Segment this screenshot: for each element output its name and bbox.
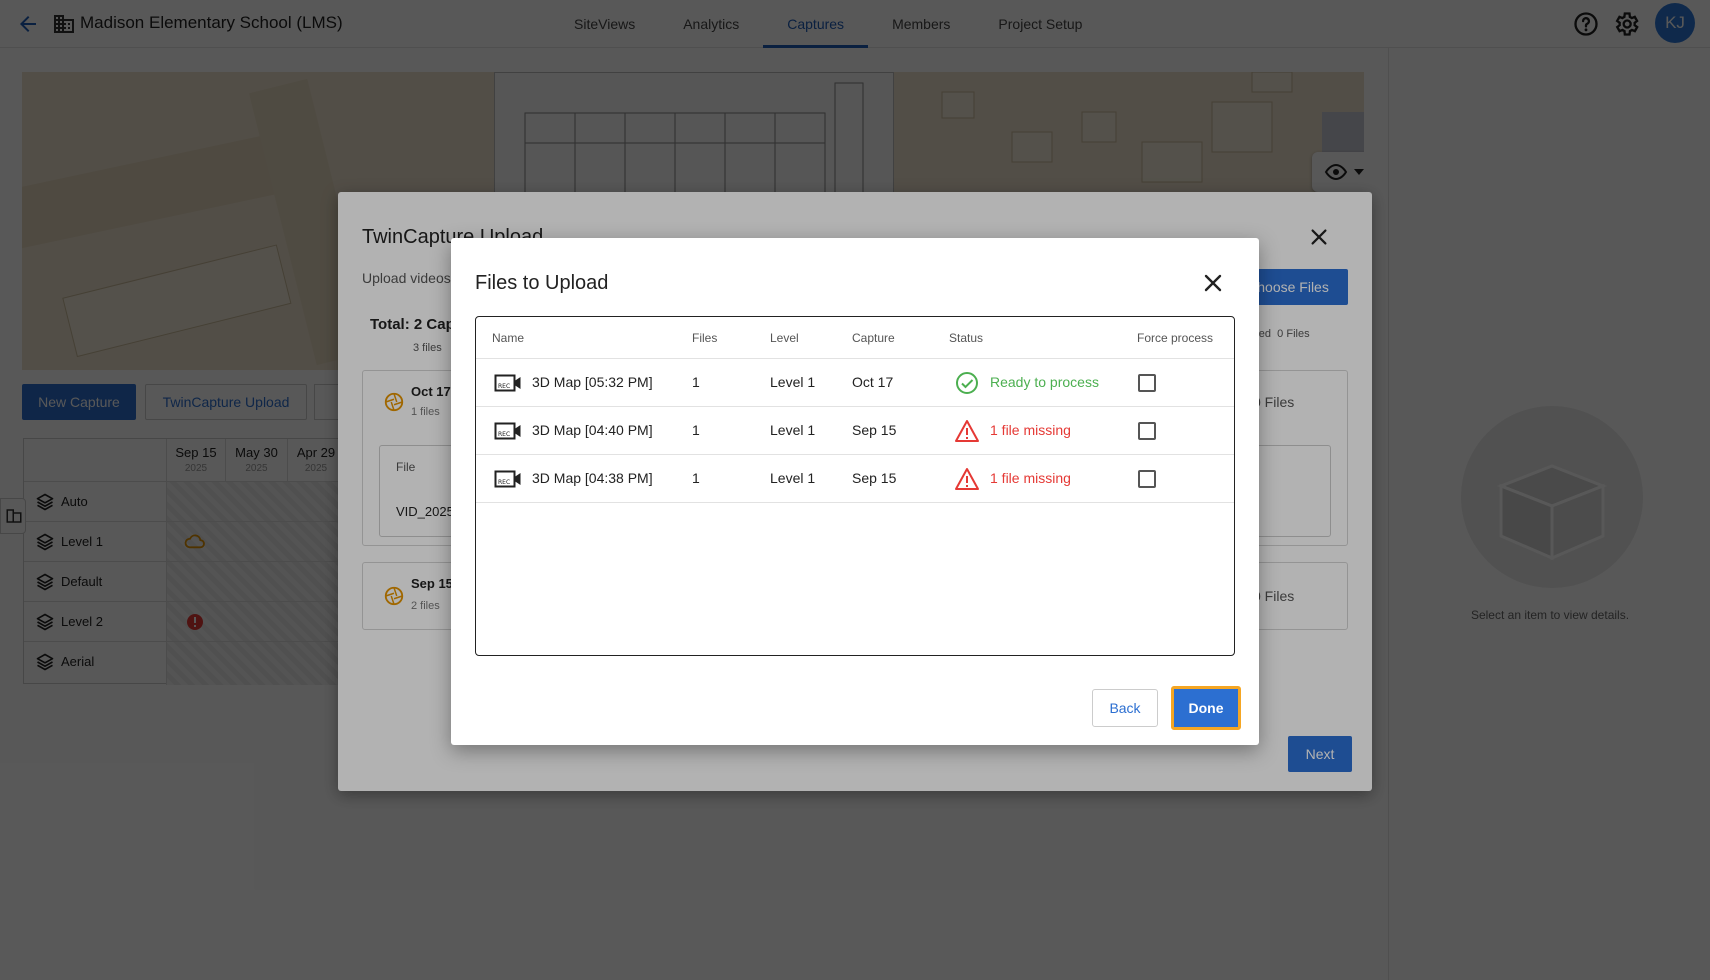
check-circle-icon (956, 372, 978, 394)
close-icon[interactable] (1201, 271, 1225, 295)
file-status: 1 file missing (990, 470, 1071, 486)
force-process-checkbox[interactable] (1138, 422, 1156, 440)
video-rec-icon: REC (494, 422, 521, 440)
table-row[interactable]: REC 3D Map [04:38 PM] 1 Level 1 Sep 15 1… (476, 455, 1234, 503)
table-row[interactable]: REC 3D Map [04:40 PM] 1 Level 1 Sep 15 1… (476, 407, 1234, 455)
dialog-title: Files to Upload (475, 272, 609, 294)
file-name: 3D Map [04:38 PM] (532, 470, 653, 486)
back-button[interactable]: Back (1092, 689, 1158, 727)
file-level: Level 1 (770, 422, 816, 438)
video-rec-icon: REC (494, 470, 521, 488)
column-header-capture[interactable]: Capture (852, 331, 895, 345)
warning-triangle-icon (955, 468, 979, 490)
column-header-name[interactable]: Name (492, 331, 524, 345)
file-status: 1 file missing (990, 422, 1071, 438)
file-status: Ready to process (990, 374, 1099, 390)
column-header-files[interactable]: Files (692, 331, 717, 345)
files-to-upload-dialog: Files to Upload Name Files Level Capture… (451, 238, 1259, 745)
file-capture-date: Sep 15 (852, 470, 897, 486)
warning-triangle-icon (955, 420, 979, 442)
table-row[interactable]: REC 3D Map [05:32 PM] 1 Level 1 Oct 17 R… (476, 359, 1234, 407)
table-header: Name Files Level Capture Status Force pr… (476, 317, 1234, 359)
svg-text:REC: REC (498, 431, 510, 438)
file-capture-date: Sep 15 (852, 422, 897, 438)
svg-text:REC: REC (498, 479, 510, 486)
file-level: Level 1 (770, 470, 816, 486)
video-rec-icon: REC (494, 374, 521, 392)
file-capture-date: Oct 17 (852, 374, 894, 390)
column-header-level[interactable]: Level (770, 331, 799, 345)
files-table: Name Files Level Capture Status Force pr… (475, 316, 1235, 656)
done-button[interactable]: Done (1171, 686, 1241, 730)
file-level: Level 1 (770, 374, 816, 390)
force-process-checkbox[interactable] (1138, 470, 1156, 488)
force-process-checkbox[interactable] (1138, 374, 1156, 392)
file-count: 1 (692, 422, 700, 438)
file-count: 1 (692, 374, 700, 390)
svg-text:REC: REC (498, 383, 510, 390)
file-count: 1 (692, 470, 700, 486)
column-header-status[interactable]: Status (949, 331, 983, 345)
file-name: 3D Map [04:40 PM] (532, 422, 653, 438)
file-name: 3D Map [05:32 PM] (532, 374, 653, 390)
column-header-force-process[interactable]: Force process (1137, 331, 1213, 345)
